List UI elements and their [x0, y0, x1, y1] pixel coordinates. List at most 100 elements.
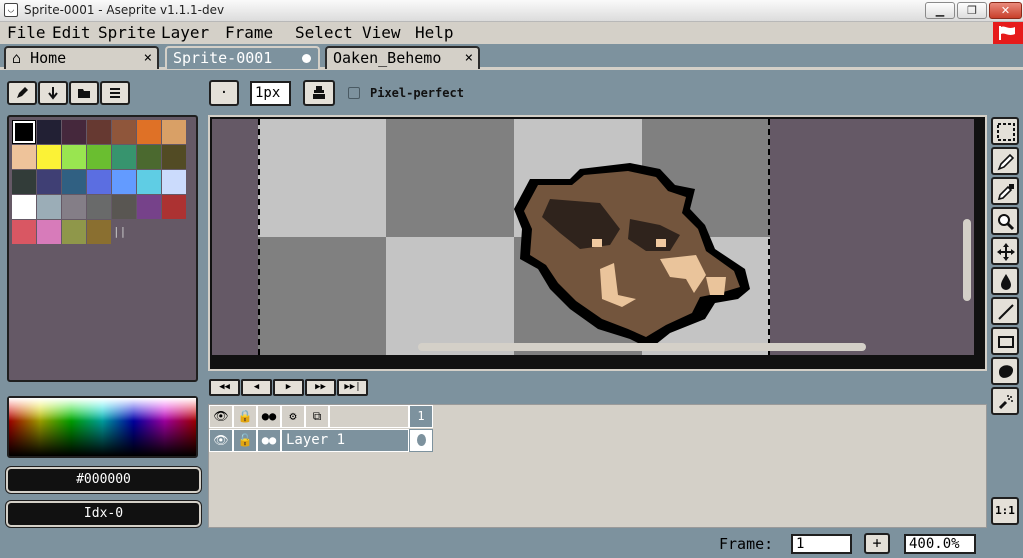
palette-swatch[interactable]	[87, 170, 111, 194]
palette-swatch[interactable]	[62, 220, 86, 244]
menu-layer[interactable]: Layer	[157, 23, 213, 43]
palette-swatch[interactable]	[112, 195, 136, 219]
close-tab-icon[interactable]: ×	[465, 48, 473, 68]
edit-palette-button[interactable]	[7, 81, 37, 105]
palette-swatch[interactable]	[162, 145, 186, 169]
line-tool-button[interactable]	[991, 297, 1019, 325]
palette-swatch[interactable]	[12, 145, 36, 169]
pencil-tool-button[interactable]	[991, 147, 1019, 175]
menu-select[interactable]: Select	[291, 23, 357, 43]
menu-help[interactable]: Help	[411, 23, 458, 43]
palette-swatch[interactable]	[137, 120, 161, 144]
close-tab-icon[interactable]: ×	[144, 48, 152, 68]
palette-swatch[interactable]	[62, 120, 86, 144]
horizontal-scrollbar[interactable]	[418, 343, 866, 351]
palette-swatch[interactable]	[137, 170, 161, 194]
palette-swatch[interactable]	[37, 120, 61, 144]
tab-bar: ⌂ Home × Sprite-0001 Oaken_Behemo ×	[0, 44, 1023, 70]
visibility-header-icon[interactable]: 👁	[209, 405, 233, 428]
move-tool-button[interactable]	[991, 237, 1019, 265]
palette-swatch[interactable]	[12, 220, 36, 244]
palette-options-button[interactable]	[100, 81, 130, 105]
layer-name[interactable]: Layer 1	[281, 429, 409, 452]
palette-swatch[interactable]	[87, 195, 111, 219]
rectangle-tool-button[interactable]	[991, 327, 1019, 355]
onion-skin-icon[interactable]: ⧉	[305, 405, 329, 428]
color-spectrum[interactable]	[7, 396, 198, 458]
palette-presets-button[interactable]	[69, 81, 99, 105]
spray-tool-button[interactable]	[991, 387, 1019, 415]
resize-grip-icon[interactable]: ||	[113, 225, 126, 238]
palette-swatch[interactable]	[62, 145, 86, 169]
palette-swatch[interactable]	[37, 195, 61, 219]
continuous-header-icon[interactable]: ●●	[257, 405, 281, 428]
palette-swatch[interactable]	[12, 170, 36, 194]
frame-input[interactable]: 1	[791, 534, 852, 554]
palette-swatch[interactable]	[87, 145, 111, 169]
tab-label: Oaken_Behemo	[333, 49, 442, 67]
tab-sprite-0001[interactable]: Sprite-0001	[165, 46, 320, 69]
palette-swatch[interactable]	[12, 195, 36, 219]
layer-lock-icon[interactable]: 🔓	[233, 429, 257, 452]
add-frame-button[interactable]: +	[864, 533, 890, 554]
layer-continuous-icon[interactable]: ●●	[257, 429, 281, 452]
sprite-editor[interactable]	[208, 115, 987, 371]
zoom-tool-button[interactable]	[991, 207, 1019, 235]
layer-visibility-icon[interactable]: 👁	[209, 429, 233, 452]
cel-frame-1[interactable]	[409, 429, 433, 452]
palette-swatch[interactable]	[87, 120, 111, 144]
palette-swatch[interactable]	[137, 145, 161, 169]
tab-label: Home	[30, 49, 67, 67]
news-flag-icon[interactable]	[993, 22, 1023, 44]
last-frame-button[interactable]: ▶▶|	[337, 379, 368, 396]
pixel-perfect-checkbox[interactable]	[348, 87, 360, 99]
window-title: Sprite-0001 - Aseprite v1.1.1-dev	[24, 3, 225, 17]
ink-type-button[interactable]	[303, 80, 335, 106]
palette-swatch[interactable]	[162, 120, 186, 144]
menu-view[interactable]: View	[358, 23, 405, 43]
brush-size-field[interactable]: 1px	[250, 81, 291, 106]
palette-swatch[interactable]	[112, 145, 136, 169]
palette-swatch[interactable]	[87, 220, 111, 244]
color-hex-display[interactable]: #000000	[6, 467, 201, 493]
menu-sprite[interactable]: Sprite	[94, 23, 160, 43]
previous-frame-button[interactable]: ◀	[241, 379, 272, 396]
tab-oaken-behemo[interactable]: Oaken_Behemo ×	[325, 46, 480, 69]
palette-swatch[interactable]	[112, 120, 136, 144]
palette-swatch[interactable]	[112, 170, 136, 194]
close-button[interactable]: ✕	[989, 2, 1022, 19]
palette-swatch[interactable]	[137, 195, 161, 219]
palette-swatch[interactable]	[37, 145, 61, 169]
menu-file[interactable]: File	[3, 23, 50, 43]
palette-swatch[interactable]	[62, 195, 86, 219]
palette-swatch[interactable]	[162, 195, 186, 219]
palette-swatch[interactable]	[62, 170, 86, 194]
magnifier-icon	[998, 214, 1015, 231]
lock-header-icon[interactable]: 🔒	[233, 405, 257, 428]
eyedropper-tool-button[interactable]	[991, 177, 1019, 205]
next-frame-button[interactable]: ▶▶	[305, 379, 336, 396]
palette-sort-button[interactable]	[38, 81, 68, 105]
swatch-selected[interactable]	[12, 120, 36, 144]
brush-type-button[interactable]: ·	[209, 80, 239, 106]
palette-swatch[interactable]	[162, 170, 186, 194]
fill-tool-button[interactable]	[991, 267, 1019, 295]
palette-swatch[interactable]	[37, 170, 61, 194]
minimize-button[interactable]: ▁	[925, 2, 955, 19]
play-button[interactable]: ▶	[273, 379, 304, 396]
menu-edit[interactable]: Edit	[48, 23, 95, 43]
zoom-field[interactable]: 400.0%	[904, 534, 976, 554]
tab-home[interactable]: ⌂ Home ×	[4, 46, 159, 69]
sprite-canvas[interactable]	[258, 119, 770, 355]
palette-swatch[interactable]	[37, 220, 61, 244]
vertical-scrollbar[interactable]	[963, 219, 971, 301]
menu-frame[interactable]: Frame	[221, 23, 277, 43]
actual-size-button[interactable]: 1:1	[991, 497, 1019, 525]
maximize-button[interactable]: ❐	[957, 2, 987, 19]
marquee-tool-button[interactable]	[991, 117, 1019, 145]
frame-header-1[interactable]: 1	[409, 405, 433, 428]
contour-tool-button[interactable]	[991, 357, 1019, 385]
gear-icon[interactable]: ⚙	[281, 405, 305, 428]
color-index-display[interactable]: Idx-0	[6, 501, 201, 527]
first-frame-button[interactable]: ◀◀	[209, 379, 240, 396]
